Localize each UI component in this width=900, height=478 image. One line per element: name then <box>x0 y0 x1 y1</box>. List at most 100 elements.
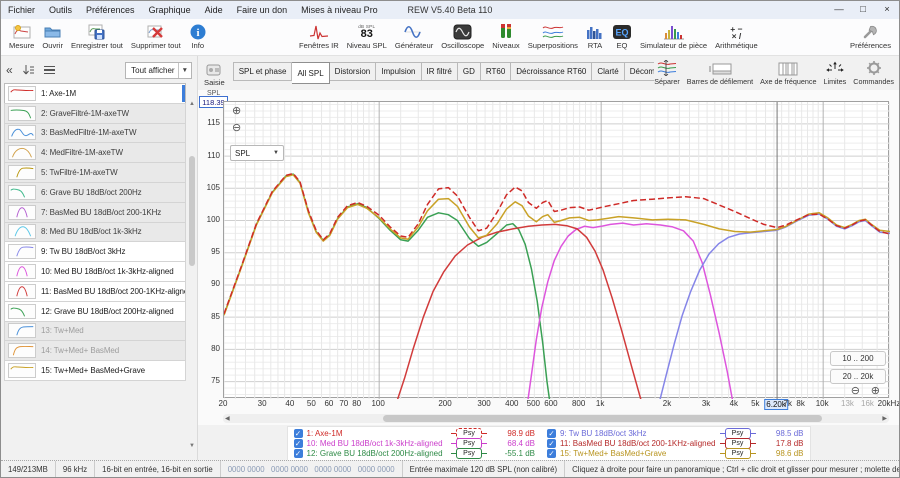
info-button[interactable]: i Info <box>185 20 211 55</box>
range-20-20k-button[interactable]: 20 .. 20k <box>830 369 886 384</box>
scrollbars-icon <box>707 60 733 76</box>
overlays-button[interactable]: Superpositions <box>524 20 582 55</box>
scroll-down-icon[interactable]: ▼ <box>188 443 196 449</box>
measurement-item-2[interactable]: 2: GraveFiltré-1M-axeTW <box>4 103 186 124</box>
measurement-item-9[interactable]: 9: Tw BU 18dB/oct 3kHz <box>4 241 186 262</box>
open-button[interactable]: Ouvrir <box>38 20 67 55</box>
measurement-item-13[interactable]: 13: Tw+Med <box>4 321 186 342</box>
oscilloscope-button[interactable]: Oscilloscope <box>437 20 488 55</box>
maximize-button[interactable]: □ <box>851 1 875 19</box>
y-zoom-out-button[interactable]: ⊖ <box>232 123 241 134</box>
tab-rt60[interactable]: RT60 <box>481 62 511 81</box>
x-tick-label: 60 <box>324 399 333 408</box>
menu-icon[interactable] <box>44 64 55 77</box>
y-zoom-in-button[interactable]: ⊕ <box>232 106 241 117</box>
measurement-item-4[interactable]: 4: MedFiltré-1M-axeTW <box>4 142 186 163</box>
preferences-button[interactable]: Préférences <box>846 20 895 55</box>
menu-item-mises-niveau-pro[interactable]: Mises à niveau Pro <box>294 1 385 19</box>
measurement-item-6[interactable]: 6: Grave BU 18dB/oct 200Hz <box>4 182 186 203</box>
x-zoom-out-button[interactable]: ⊖ <box>851 386 860 397</box>
limits-button[interactable]: Limites <box>823 60 846 86</box>
ir-curve-icon <box>309 22 329 40</box>
trace-checkbox[interactable]: ✓ <box>294 449 303 458</box>
y-tick-label: 105 <box>207 183 220 192</box>
measurement-item-3[interactable]: 3: BasMedFiltré-1M-axeTW <box>4 123 186 144</box>
generator-button[interactable]: Générateur <box>391 20 437 55</box>
freq-axis-icon <box>778 60 798 76</box>
measurement-item-7[interactable]: 7: BasMed BU 18dB/oct 200-1KHz <box>4 202 186 223</box>
capture-button[interactable]: Saisie <box>198 59 228 87</box>
measurement-item-12[interactable]: 12: Grave BU 18dB/oct 200Hz-aligned <box>4 301 186 322</box>
menu-item-fichier[interactable]: Fichier <box>1 1 42 19</box>
measurement-thumbnail <box>8 86 36 101</box>
measurement-item-10[interactable]: 10: Med BU 18dB/oct 1k-3kHz-aligned <box>4 261 186 282</box>
levels-button[interactable]: Niveaux <box>488 20 523 55</box>
measurement-item-1[interactable]: 1: Axe-1M <box>4 83 186 104</box>
main-panel: Saisie SPL et phaseAll SPLDistorsionImpu… <box>198 56 899 460</box>
measurement-item-14[interactable]: 14: Tw+Med+ BasMed <box>4 340 186 361</box>
eq-logo-icon: EQ <box>612 22 632 40</box>
delete-all-button[interactable]: Supprimer tout <box>127 20 185 55</box>
tab-d-composition[interactable]: Décomposition <box>625 62 655 81</box>
rta-button[interactable]: RTA <box>582 20 608 55</box>
trace-checkbox[interactable]: ✓ <box>547 449 556 458</box>
trace-checkbox[interactable]: ✓ <box>547 439 556 448</box>
tab-gd[interactable]: GD <box>458 62 481 81</box>
curve-15 <box>224 175 890 315</box>
minimize-button[interactable]: — <box>827 1 851 19</box>
range-10-200-button[interactable]: 10 .. 200 <box>830 351 886 366</box>
tab-clart-[interactable]: Clarté <box>592 62 624 81</box>
arithmetic-button[interactable]: + −× / Arithmétique <box>711 20 762 55</box>
scrollbars-button[interactable]: Barres de défilement <box>687 60 753 86</box>
trace-checkbox[interactable]: ✓ <box>294 429 303 438</box>
measure-button[interactable]: Mesure <box>5 20 38 55</box>
menu-item-aide[interactable]: Aide <box>198 1 230 19</box>
x-zoom-in-button[interactable]: ⊕ <box>871 386 880 397</box>
ir-windows-button[interactable]: Fenêtres IR <box>295 20 343 55</box>
scroll-up-icon[interactable]: ▲ <box>188 101 196 107</box>
measurement-item-5[interactable]: 5: TwFiltré-1M-axeTW <box>4 162 186 183</box>
tab-d-croissance-rt60[interactable]: Décroissance RT60 <box>511 62 592 81</box>
show-filter-dropdown[interactable]: Tout afficher ▼ <box>125 62 192 79</box>
tab-impulsion[interactable]: Impulsion <box>376 62 421 81</box>
close-button[interactable]: × <box>875 1 899 19</box>
graph-tab-row: Saisie SPL et phaseAll SPLDistorsionImpu… <box>198 56 899 90</box>
menu-item-faire-un-don[interactable]: Faire un don <box>230 1 295 19</box>
collapse-sidebar-icon[interactable]: « <box>6 63 13 77</box>
room-sim-button[interactable]: Simulateur de pièce <box>636 20 711 55</box>
plot-area[interactable]: ⊕ ⊖ SPL ▼ 10 .. 200 20 .. 20k ⊖ ⊕ <box>223 101 889 398</box>
psy-smoothing-control[interactable]: Psy <box>720 448 756 459</box>
hscroll-thumb[interactable] <box>383 415 823 422</box>
scrollbar-thumb[interactable] <box>189 156 195 266</box>
tab-spl-et-phase[interactable]: SPL et phase <box>233 62 293 81</box>
eq-button[interactable]: EQ EQ <box>608 20 636 55</box>
measurement-item-15[interactable]: 15: Tw+Med+ BasMed+Grave <box>4 360 186 381</box>
x-tick-label: 50 <box>307 399 316 408</box>
measurement-item-11[interactable]: 11: BasMed BU 18dB/oct 200-1KHz-aligned <box>4 281 186 302</box>
measurement-thumbnail <box>8 224 36 239</box>
measurement-item-8[interactable]: 8: Med BU 18dB/oct 1k-3kHz <box>4 222 186 243</box>
trace-checkbox[interactable]: ✓ <box>294 439 303 448</box>
split-button[interactable]: Séparer <box>654 60 680 86</box>
sidebar-scrollbar[interactable]: ▲ ▼ <box>188 101 196 449</box>
scroll-left-icon[interactable]: ◀ <box>225 415 230 422</box>
tab-distorsion[interactable]: Distorsion <box>330 62 377 81</box>
psy-smoothing-control[interactable]: Psy <box>451 448 487 459</box>
spl-meter-button[interactable]: dB SPL83 Niveau SPL <box>343 20 391 55</box>
menu-item-graphique[interactable]: Graphique <box>142 1 198 19</box>
legend-row-9: ✓9: Tw BU 18dB/oct 3kHzPsy98.5 dB <box>547 429 804 439</box>
freq-axis-button[interactable]: Axe de fréquence <box>760 60 816 86</box>
tab-ir-filtr-[interactable]: IR filtré <box>422 62 458 81</box>
controls-button[interactable]: Commandes <box>853 60 894 86</box>
save-all-button[interactable]: Enregistrer tout <box>67 20 127 55</box>
y-axis-selector[interactable]: SPL ▼ <box>230 145 284 161</box>
sort-icon[interactable] <box>22 64 35 76</box>
arithmetic-icon: + −× / <box>730 22 742 40</box>
graph-horizontal-scrollbar[interactable]: ◀ ▶ <box>223 414 889 423</box>
trace-checkbox[interactable]: ✓ <box>547 429 556 438</box>
scroll-right-icon[interactable]: ▶ <box>882 415 887 422</box>
legend-panel: ✓1: Axe-1MPsy98.9 dB✓10: Med BU 18dB/oct… <box>287 426 811 462</box>
menu-item-pr-f-rences[interactable]: Préférences <box>79 1 142 19</box>
menu-item-outils[interactable]: Outils <box>42 1 79 19</box>
tab-all-spl[interactable]: All SPL <box>292 62 329 84</box>
